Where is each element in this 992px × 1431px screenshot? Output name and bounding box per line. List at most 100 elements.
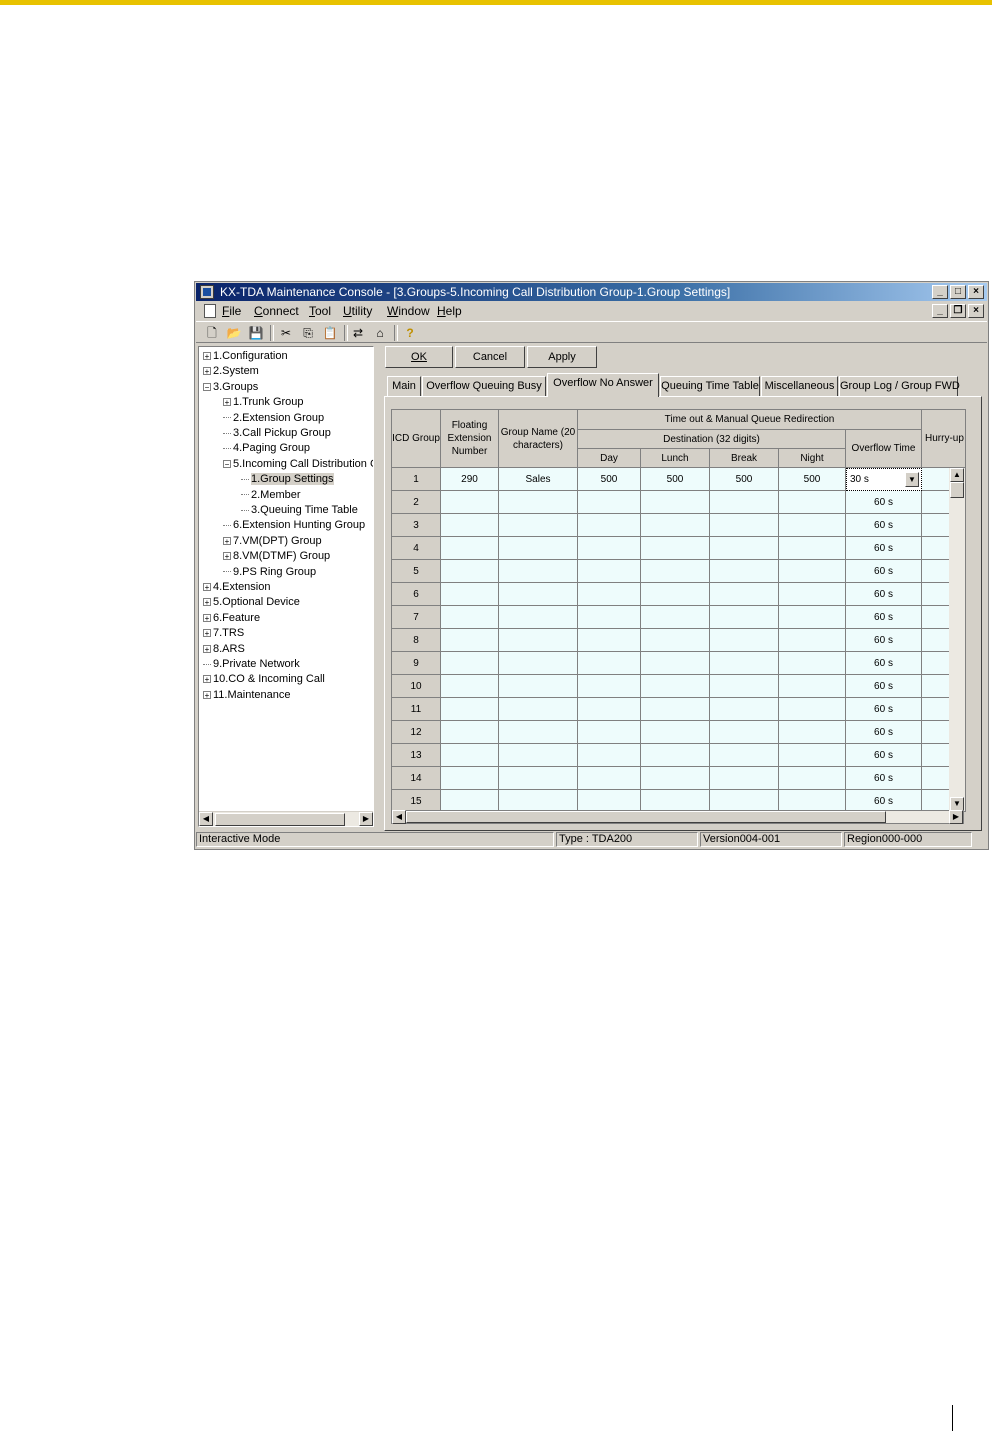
grid-cell-night[interactable] — [779, 767, 846, 790]
grid-cell-ovt[interactable]: 60 s — [846, 744, 922, 767]
grid-cell-lunch[interactable] — [641, 698, 710, 721]
tab-miscellaneous[interactable]: Miscellaneous — [761, 376, 838, 396]
help-icon[interactable]: ? — [402, 325, 418, 341]
expand-icon[interactable]: + — [203, 690, 211, 699]
grid-cell-lunch[interactable] — [641, 514, 710, 537]
title-bar[interactable]: KX-TDA Maintenance Console - [3.Groups-5… — [196, 283, 987, 301]
grid-cell-name[interactable] — [499, 675, 578, 698]
scroll-thumb[interactable] — [215, 813, 345, 826]
grid-cell-brk[interactable] — [710, 537, 779, 560]
grid-cell-lunch[interactable] — [641, 744, 710, 767]
grid-cell-brk[interactable] — [710, 790, 779, 811]
grid-cell-night[interactable] — [779, 721, 846, 744]
grid-cell-brk[interactable] — [710, 675, 779, 698]
grid-cell-name[interactable] — [499, 721, 578, 744]
grid-cell-ovt[interactable]: 60 s — [846, 652, 922, 675]
grid-cell-lunch[interactable] — [641, 652, 710, 675]
grid-cell-day[interactable] — [578, 491, 641, 514]
grid-cell-brk[interactable] — [710, 652, 779, 675]
tree-item[interactable]: 2.Extension Group — [223, 411, 324, 425]
disconnect-icon[interactable]: ⌂ — [372, 325, 388, 341]
grid-cell-night[interactable] — [779, 583, 846, 606]
open-folder-icon[interactable]: 📂 — [226, 325, 242, 341]
grid-cell-fext[interactable] — [441, 744, 499, 767]
grid-cell-fext[interactable] — [441, 606, 499, 629]
tree-item[interactable]: 4.Paging Group — [223, 441, 310, 455]
grid-cell-brk[interactable] — [710, 560, 779, 583]
grid-cell-night[interactable] — [779, 537, 846, 560]
tree-item[interactable]: +1.Configuration — [203, 349, 288, 363]
grid-cell-name[interactable] — [499, 537, 578, 560]
grid-cell-lunch[interactable] — [641, 537, 710, 560]
grid-cell-lunch[interactable] — [641, 491, 710, 514]
expand-icon[interactable]: + — [223, 536, 231, 545]
grid-cell-fext[interactable] — [441, 583, 499, 606]
grid-cell-ovt[interactable]: 60 s — [846, 560, 922, 583]
grid-cell-fext[interactable]: 290 — [441, 468, 499, 491]
collapse-icon[interactable]: − — [203, 382, 211, 391]
grid-horizontal-scrollbar[interactable]: ◀ ▶ — [391, 810, 964, 824]
grid-cell-night[interactable] — [779, 698, 846, 721]
tree-item[interactable]: 6.Extension Hunting Group — [223, 518, 365, 532]
grid-cell-ovt[interactable]: 60 s — [846, 514, 922, 537]
tree-item[interactable]: +8.VM(DTMF) Group — [223, 549, 330, 563]
tab-main[interactable]: Main — [387, 376, 421, 396]
grid-cell-fext[interactable] — [441, 514, 499, 537]
grid-cell-brk[interactable] — [710, 744, 779, 767]
grid-cell-lunch[interactable] — [641, 606, 710, 629]
save-icon[interactable]: 💾 — [248, 325, 264, 341]
tree-item[interactable]: +6.Feature — [203, 611, 260, 625]
grid-cell-lunch[interactable] — [641, 767, 710, 790]
grid-cell-name[interactable] — [499, 790, 578, 811]
grid-cell-brk[interactable] — [710, 721, 779, 744]
apply-button[interactable]: Apply — [527, 346, 597, 368]
grid-cell-fext[interactable] — [441, 537, 499, 560]
menu-connect[interactable]: Connect — [254, 304, 299, 318]
grid-cell-fext[interactable] — [441, 721, 499, 744]
chevron-down-icon[interactable]: ▼ — [905, 472, 919, 487]
grid-cell-ovt[interactable]: 60 s — [846, 606, 922, 629]
pane-splitter[interactable] — [376, 344, 380, 827]
maximize-button[interactable]: □ — [950, 285, 966, 299]
grid-cell-fext[interactable] — [441, 491, 499, 514]
tree-item[interactable]: 9.Private Network — [203, 657, 300, 671]
grid-cell-name[interactable] — [499, 560, 578, 583]
grid-cell-night[interactable] — [779, 675, 846, 698]
grid-cell-day[interactable] — [578, 537, 641, 560]
tab-group-log-group-fwd[interactable]: Group Log / Group FWD — [839, 376, 960, 396]
grid-cell-name[interactable] — [499, 744, 578, 767]
grid-cell-fext[interactable] — [441, 767, 499, 790]
connect-icon[interactable]: ⇄ — [350, 325, 366, 341]
grid-cell-day[interactable] — [578, 514, 641, 537]
grid-cell-ovt[interactable]: 60 s — [846, 583, 922, 606]
expand-icon[interactable]: + — [203, 613, 211, 622]
grid-cell-day[interactable] — [578, 606, 641, 629]
child-minimize-button[interactable]: _ — [932, 304, 948, 318]
tab-overflow-queuing-busy[interactable]: Overflow Queuing Busy — [422, 376, 546, 396]
grid-cell-day[interactable] — [578, 629, 641, 652]
grid-vertical-scrollbar[interactable]: ▲ ▼ — [949, 468, 965, 811]
tab-queuing-time-table[interactable]: Queuing Time Table — [660, 376, 760, 396]
scroll-left-icon[interactable]: ◀ — [199, 812, 213, 826]
menu-utility[interactable]: Utility — [343, 304, 372, 318]
tree-item[interactable]: +7.VM(DPT) Group — [223, 534, 322, 548]
grid-cell-ovt[interactable]: 60 s — [846, 629, 922, 652]
expand-icon[interactable]: + — [203, 583, 211, 592]
expand-icon[interactable]: + — [203, 367, 211, 376]
grid-cell-ovt[interactable]: 60 s — [846, 675, 922, 698]
collapse-icon[interactable]: − — [223, 459, 231, 468]
grid-cell-night[interactable]: 500 — [779, 468, 846, 491]
grid-cell-brk[interactable] — [710, 583, 779, 606]
expand-icon[interactable]: + — [223, 398, 231, 407]
grid-cell-day[interactable] — [578, 652, 641, 675]
grid-cell-ovt[interactable]: 60 s — [846, 698, 922, 721]
grid-cell-name[interactable] — [499, 606, 578, 629]
ok-button[interactable]: OK — [385, 346, 453, 368]
grid-cell-lunch[interactable] — [641, 583, 710, 606]
grid-cell-ovt[interactable]: 60 s — [846, 721, 922, 744]
grid-cell-lunch[interactable] — [641, 721, 710, 744]
grid-cell-lunch[interactable] — [641, 790, 710, 811]
tree-item[interactable]: +2.System — [203, 364, 259, 378]
scroll-up-icon[interactable]: ▲ — [950, 468, 964, 482]
child-close-button[interactable]: × — [968, 304, 984, 318]
